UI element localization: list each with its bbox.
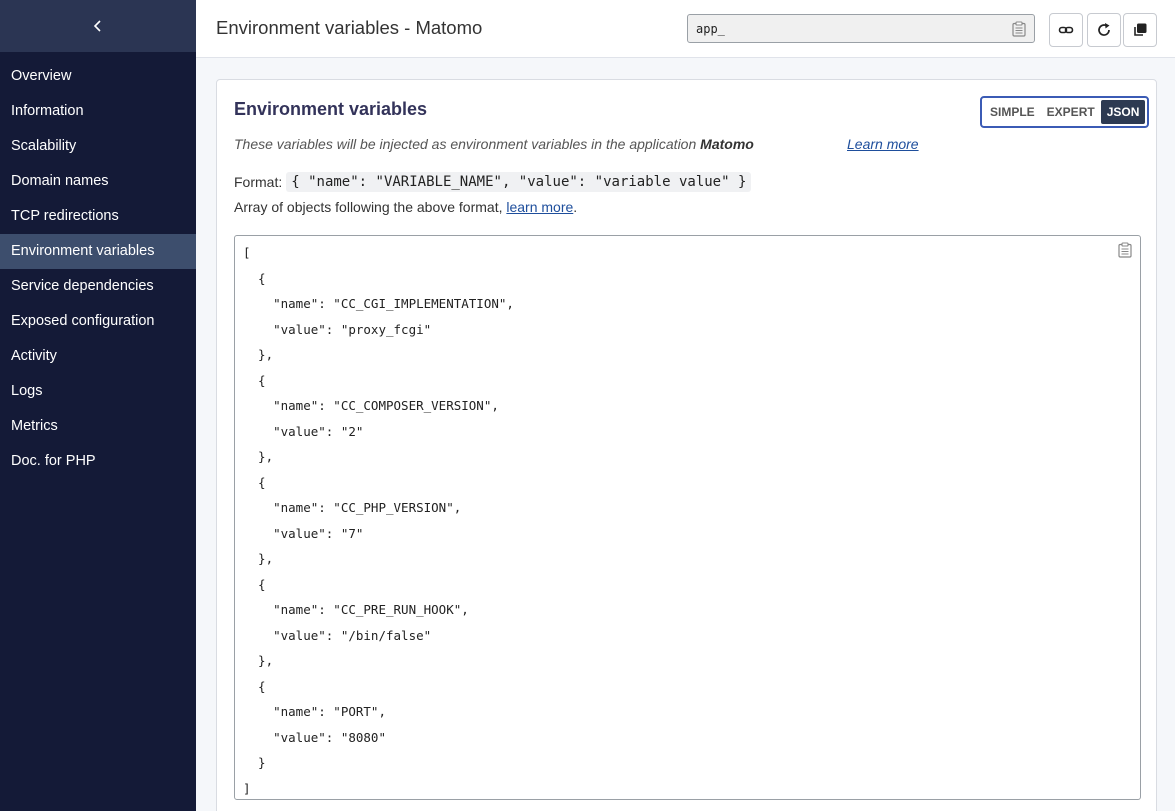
sidebar-collapse-button[interactable] xyxy=(0,0,196,52)
code-line: "name": "CC_CGI_IMPLEMENTATION", xyxy=(243,296,514,311)
header: Environment variables - Matomo app_ xyxy=(196,0,1175,58)
json-code: [ { "name": "CC_CGI_IMPLEMENTATION", "va… xyxy=(243,240,514,801)
code-line: "name": "CC_COMPOSER_VERSION", xyxy=(243,398,499,413)
link-icon xyxy=(1058,26,1074,34)
card-title: Environment variables xyxy=(234,99,428,119)
code-line: "value": "2" xyxy=(243,423,364,439)
sidebar-item-logs[interactable]: Logs xyxy=(0,374,196,409)
code-line: "value": "8080" xyxy=(243,729,386,745)
mode-expert-option[interactable]: EXPERT xyxy=(1041,100,1101,124)
format-line: Format: { "name": "VARIABLE_NAME", "valu… xyxy=(234,172,752,192)
code-line: "value": "proxy_fcgi" xyxy=(243,321,432,337)
json-editor[interactable]: [ { "name": "CC_CGI_IMPLEMENTATION", "va… xyxy=(234,235,1141,800)
refresh-icon xyxy=(1098,23,1110,36)
code-line: "name": "PORT", xyxy=(243,704,386,719)
sidebar-item-activity[interactable]: Activity xyxy=(0,339,196,374)
mode-toggle: SIMPLE EXPERT JSON xyxy=(980,96,1150,128)
code-line: { xyxy=(243,270,266,286)
copy-link-button[interactable] xyxy=(1049,13,1083,47)
code-line: ] xyxy=(243,780,251,796)
sidebar-item-environment-variables[interactable]: Environment variables xyxy=(0,234,196,269)
sidebar-item-exposed-configuration[interactable]: Exposed configuration xyxy=(0,304,196,339)
mode-json-option[interactable]: JSON xyxy=(1100,100,1146,124)
copy-button[interactable] xyxy=(1123,13,1157,47)
sidebar-item-doc-for-php[interactable]: Doc. for PHP xyxy=(0,444,196,479)
clipboard-icon[interactable] xyxy=(1012,20,1026,37)
code-line: }, xyxy=(243,653,274,668)
array-description: Array of objects following the above for… xyxy=(234,199,577,215)
sidebar-item-information[interactable]: Information xyxy=(0,94,196,129)
app-id-value: app_ xyxy=(696,21,725,36)
sidebar-item-tcp-redirections[interactable]: TCP redirections xyxy=(0,199,196,234)
app-id-field[interactable]: app_ xyxy=(687,14,1035,43)
refresh-button[interactable] xyxy=(1087,13,1121,47)
sidebar-item-service-dependencies[interactable]: Service dependencies xyxy=(0,269,196,304)
mode-simple-option[interactable]: SIMPLE xyxy=(984,100,1041,124)
copy-icon xyxy=(1134,23,1147,36)
sidebar-item-scalability[interactable]: Scalability xyxy=(0,129,196,164)
code-line: { xyxy=(243,372,266,388)
sidebar-item-domain-names[interactable]: Domain names xyxy=(0,164,196,199)
array-text: Array of objects following the above for… xyxy=(234,199,503,215)
sidebar-item-metrics[interactable]: Metrics xyxy=(0,409,196,444)
description-text: These variables will be injected as envi… xyxy=(234,136,697,152)
clipboard-icon[interactable] xyxy=(1118,242,1132,258)
learn-more-link[interactable]: Learn more xyxy=(847,136,919,152)
code-line: [ xyxy=(243,245,251,260)
code-line: "value": "7" xyxy=(243,525,364,541)
sidebar-item-overview[interactable]: Overview xyxy=(0,59,196,94)
code-line: }, xyxy=(243,449,274,464)
env-variables-card: Environment variables SIMPLE EXPERT JSON T… xyxy=(216,79,1157,811)
description: These variables will be injected as envi… xyxy=(234,136,754,152)
code-line: "value": "/bin/false" xyxy=(243,627,432,643)
format-code: { "name": "VARIABLE_NAME", "value": "var… xyxy=(286,172,752,192)
code-line: "name": "CC_PRE_RUN_HOOK", xyxy=(243,602,469,617)
code-line: { xyxy=(243,576,266,592)
array-learn-more-link[interactable]: learn more xyxy=(506,199,573,215)
code-line: } xyxy=(243,755,266,770)
code-line: "name": "CC_PHP_VERSION", xyxy=(243,500,462,515)
code-line: }, xyxy=(243,347,274,362)
sidebar-nav: Overview Information Scalability Domain nam… xyxy=(0,59,196,479)
page-title: Environment variables - Matomo xyxy=(216,17,483,38)
app-name: Matomo xyxy=(700,136,754,152)
code-line: }, xyxy=(243,551,274,566)
chevron-left-icon xyxy=(93,20,101,32)
array-end: . xyxy=(573,199,578,215)
code-line: { xyxy=(243,474,266,490)
format-label: Format: xyxy=(234,174,283,190)
code-line: { xyxy=(243,678,266,694)
sidebar: Overview Information Scalability Domain nam… xyxy=(0,0,196,811)
